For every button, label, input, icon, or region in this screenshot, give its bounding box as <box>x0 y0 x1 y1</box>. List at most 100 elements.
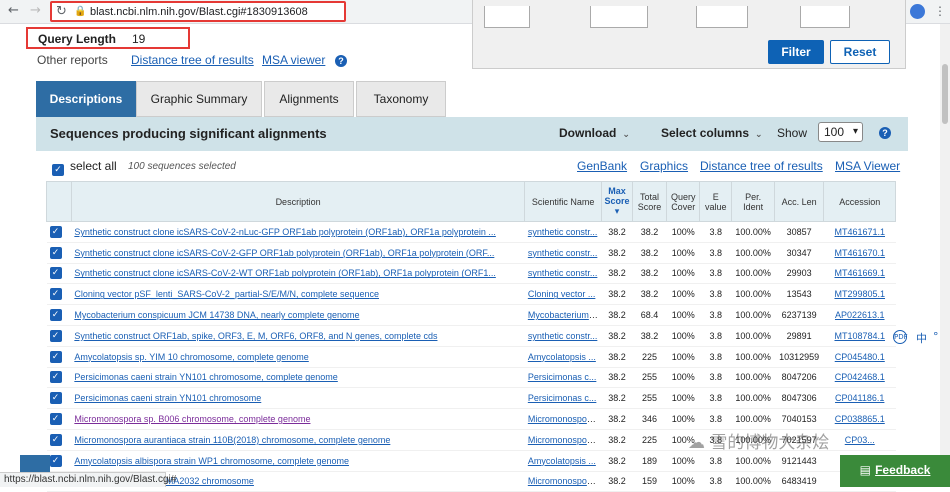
scientific-name-link-cell[interactable]: Amycolatopsis ... <box>524 450 602 472</box>
description-link-cell[interactable]: Synthetic construct ORF1ab, spike, ORF3,… <box>71 325 525 347</box>
row-checkbox[interactable]: ✓ <box>46 346 72 368</box>
row-checkbox[interactable]: ✓ <box>46 304 72 326</box>
header-accession[interactable]: Accession <box>823 181 896 222</box>
description-link[interactable]: Synthetic construct clone icSARS-CoV-2-W… <box>74 268 496 278</box>
scientific-name-link[interactable]: Persicimonas c... <box>528 372 597 382</box>
scrollbar-thumb[interactable] <box>942 64 948 124</box>
accession-link-cell[interactable]: AP022613.1 <box>823 304 896 326</box>
description-link[interactable]: Mycobacterium conspicuum JCM 14738 DNA, … <box>74 310 359 320</box>
scientific-name-link[interactable]: Amycolatopsis ... <box>528 456 596 466</box>
scientific-name-link-cell[interactable]: synthetic constr... <box>524 263 602 285</box>
scientific-name-link[interactable]: synthetic constr... <box>528 268 598 278</box>
accession-link-cell[interactable]: MT461670.1 <box>823 242 896 264</box>
profile-avatar[interactable] <box>910 4 925 19</box>
settings-icon[interactable]: ° <box>933 330 939 343</box>
filter-button[interactable]: Filter <box>768 40 824 64</box>
description-link[interactable]: Synthetic construct ORF1ab, spike, ORF3,… <box>74 331 437 341</box>
scientific-name-link-cell[interactable]: Persicimonas c... <box>524 387 602 410</box>
description-link[interactable]: Cloning vector pSF_lenti_SARS-CoV-2_part… <box>74 289 379 299</box>
accession-link[interactable]: CP045480.1 <box>835 352 885 362</box>
scientific-name-link-cell[interactable]: Micromonospora... <box>524 471 602 492</box>
header-max-score[interactable]: Max Score ▾ <box>600 181 633 222</box>
select-all-checkbox[interactable]: ✓ <box>52 159 64 177</box>
help-icon[interactable]: ? <box>335 55 347 67</box>
row-checkbox[interactable]: ✓ <box>46 450 72 472</box>
header-query-cover[interactable]: Query Cover <box>666 181 701 222</box>
scientific-name-link[interactable]: synthetic constr... <box>528 331 598 341</box>
accession-link-cell[interactable]: CP045480.1 <box>823 346 896 368</box>
feedback-button[interactable]: ▤ Feedback <box>840 455 950 487</box>
description-link[interactable]: Amycolatopsis sp. YIM 10 chromosome, com… <box>74 352 308 362</box>
accession-link-cell[interactable]: CP03... <box>823 429 896 451</box>
accession-link[interactable]: MT461670.1 <box>834 248 885 258</box>
menu-dots-icon[interactable]: ⋮ <box>934 4 946 18</box>
scientific-name-link-cell[interactable]: Cloning vector ... <box>524 283 602 306</box>
scientific-name-link[interactable]: Micromonospora... <box>528 414 602 424</box>
tab-graphic-summary[interactable]: Graphic Summary <box>136 81 262 117</box>
header-scientific-name[interactable]: Scientific Name <box>524 181 602 222</box>
scientific-name-link[interactable]: Cloning vector ... <box>528 289 596 299</box>
accession-link-cell[interactable]: MT461669.1 <box>823 263 896 285</box>
tab-taxonomy[interactable]: Taxonomy <box>356 81 446 117</box>
filter-input-3[interactable] <box>696 6 748 28</box>
accession-link[interactable]: MT461669.1 <box>834 268 885 278</box>
scientific-name-link[interactable]: Mycobacterium ... <box>528 310 599 320</box>
show-count-select[interactable]: 100 ▾ <box>818 122 863 142</box>
description-link-cell[interactable]: Synthetic construct clone icSARS-CoV-2-G… <box>71 242 525 264</box>
header-total-score[interactable]: Total Score <box>631 181 668 222</box>
msa-viewer-link[interactable]: MSA viewer <box>262 53 325 67</box>
row-checkbox[interactable]: ✓ <box>46 367 72 389</box>
scientific-name-link[interactable]: Micromonospora... <box>528 476 602 486</box>
row-checkbox[interactable]: ✓ <box>46 263 72 285</box>
forward-arrow-icon[interactable]: → <box>30 3 41 18</box>
description-link-cell[interactable]: Amycolatopsis sp. YIM 10 chromosome, com… <box>71 346 525 368</box>
description-link-cell[interactable]: Persicimonas caeni strain YN101 chromoso… <box>71 367 525 389</box>
scientific-name-link-cell[interactable]: Persicimonas c... <box>524 367 602 389</box>
chinese-input-icon[interactable]: 中 <box>916 330 927 346</box>
translate-float-icon[interactable]: PDF <box>893 330 908 344</box>
header-evalue[interactable]: Evalue <box>699 181 733 222</box>
distance-tree-results-link[interactable]: Distance tree of results <box>700 159 823 173</box>
description-link[interactable]: Micromonospora aurantiaca strain 110B(20… <box>74 435 390 445</box>
select-columns-menu[interactable]: Select columns ⌄ <box>661 126 763 140</box>
reload-icon[interactable]: ↻ <box>56 4 67 19</box>
download-menu[interactable]: Download ⌄ <box>559 126 630 140</box>
accession-link-cell[interactable]: CP042468.1 <box>823 367 896 389</box>
filter-input-2[interactable] <box>590 6 648 28</box>
header-per-ident[interactable]: Per. Ident <box>731 181 775 222</box>
filter-input-4[interactable] <box>800 6 850 28</box>
header-description[interactable]: Description <box>70 181 526 222</box>
accession-link-cell[interactable]: CP038865.1 <box>823 408 896 430</box>
description-link-cell[interactable]: Synthetic construct clone icSARS-CoV-2-n… <box>71 221 525 243</box>
scientific-name-link[interactable]: Micromonospora... <box>528 435 602 445</box>
row-checkbox[interactable]: ✓ <box>46 429 72 451</box>
help-icon[interactable]: ? <box>879 127 891 139</box>
filter-input-1[interactable] <box>484 6 530 28</box>
scientific-name-link-cell[interactable]: synthetic constr... <box>524 325 602 347</box>
description-link-cell[interactable]: Micromonospora aurantiaca strain 110B(20… <box>71 429 525 451</box>
row-checkbox[interactable]: ✓ <box>46 283 72 306</box>
tab-descriptions[interactable]: Descriptions <box>36 81 136 117</box>
description-link-cell[interactable]: Amycolatopsis albispora strain WP1 chrom… <box>71 450 525 472</box>
scrollbar[interactable] <box>940 24 950 487</box>
accession-link-cell[interactable]: MT108784.1 <box>823 325 896 347</box>
header-acc-len[interactable]: Acc. Len <box>773 181 825 222</box>
accession-link[interactable]: CP038865.1 <box>835 414 885 424</box>
row-checkbox[interactable]: ✓ <box>46 325 72 347</box>
accession-link[interactable]: MT461671.1 <box>834 227 885 237</box>
scientific-name-link[interactable]: synthetic constr... <box>528 227 598 237</box>
scientific-name-link-cell[interactable]: synthetic constr... <box>524 242 602 264</box>
description-link[interactable]: Persicimonas caeni strain YN101 chromoso… <box>74 372 337 382</box>
accession-link[interactable]: CP042468.1 <box>835 372 885 382</box>
description-link-cell[interactable]: Persicimonas caeni strain YN101 chromoso… <box>71 387 525 410</box>
row-checkbox[interactable]: ✓ <box>46 221 72 243</box>
accession-link[interactable]: CP03... <box>845 435 875 445</box>
address-bar[interactable]: ↻ 🔒 blast.ncbi.nlm.nih.gov/Blast.cgi#183… <box>50 1 346 22</box>
description-link[interactable]: Synthetic construct clone icSARS-CoV-2-G… <box>74 248 494 258</box>
scientific-name-link[interactable]: synthetic constr... <box>528 248 598 258</box>
accession-link-cell[interactable]: CP041186.1 <box>823 387 896 410</box>
accession-link[interactable]: CP041186.1 <box>835 393 884 403</box>
accession-link[interactable]: MT108784.1 <box>834 331 885 341</box>
row-checkbox[interactable]: ✓ <box>46 387 72 410</box>
description-link[interactable]: Micromonospora sp. B006 chromosome, comp… <box>74 414 310 424</box>
